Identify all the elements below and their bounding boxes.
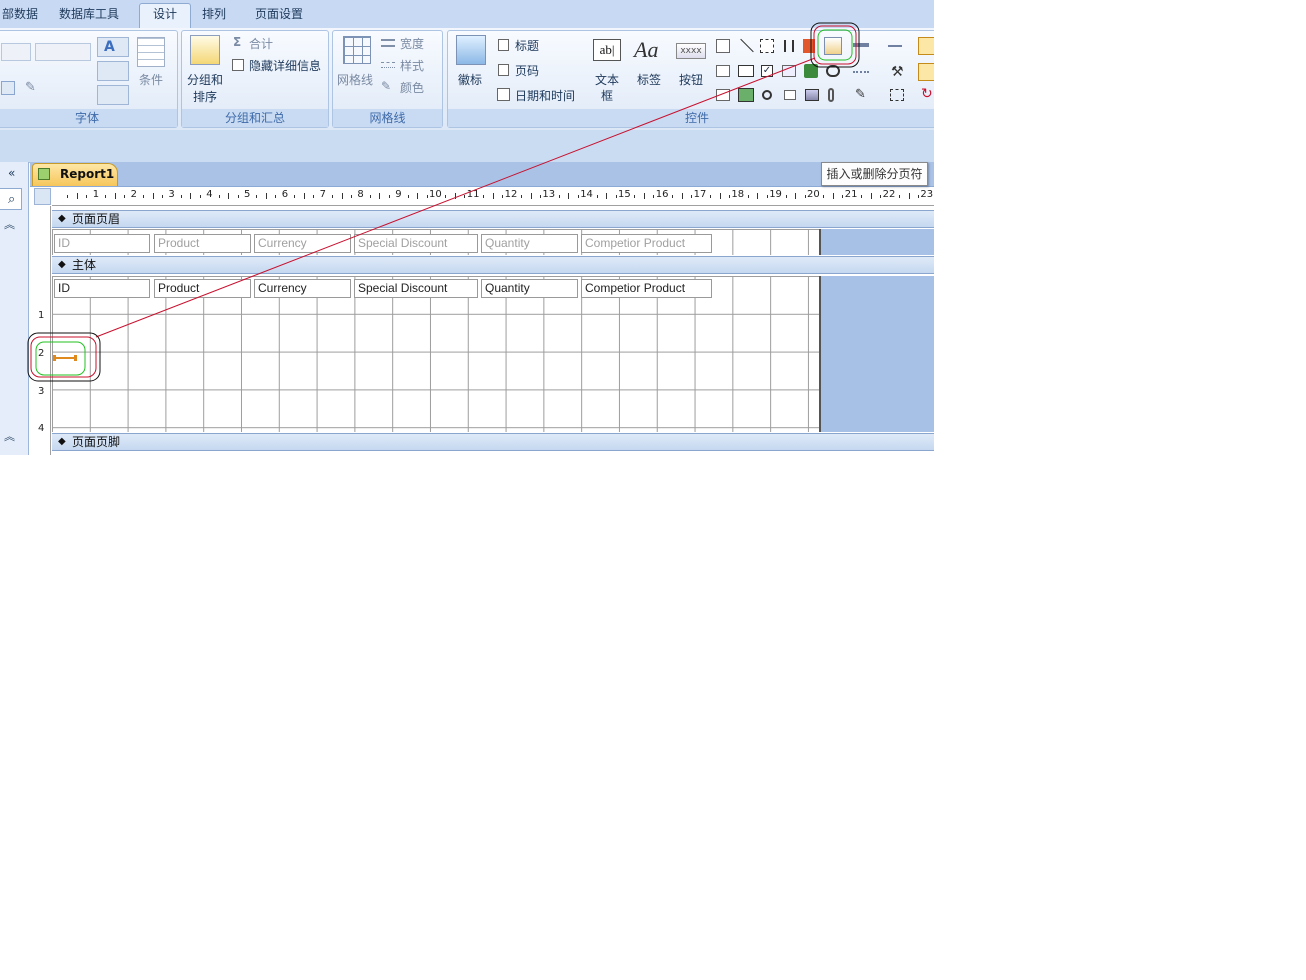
annotation-green-box-target: [35, 341, 86, 376]
annotation-green-box-toolbar: [817, 29, 853, 61]
annotation-connector-line: [95, 57, 816, 338]
annotation-overlay: [27, 22, 860, 382]
annotation-outer-box-target: [27, 332, 101, 382]
